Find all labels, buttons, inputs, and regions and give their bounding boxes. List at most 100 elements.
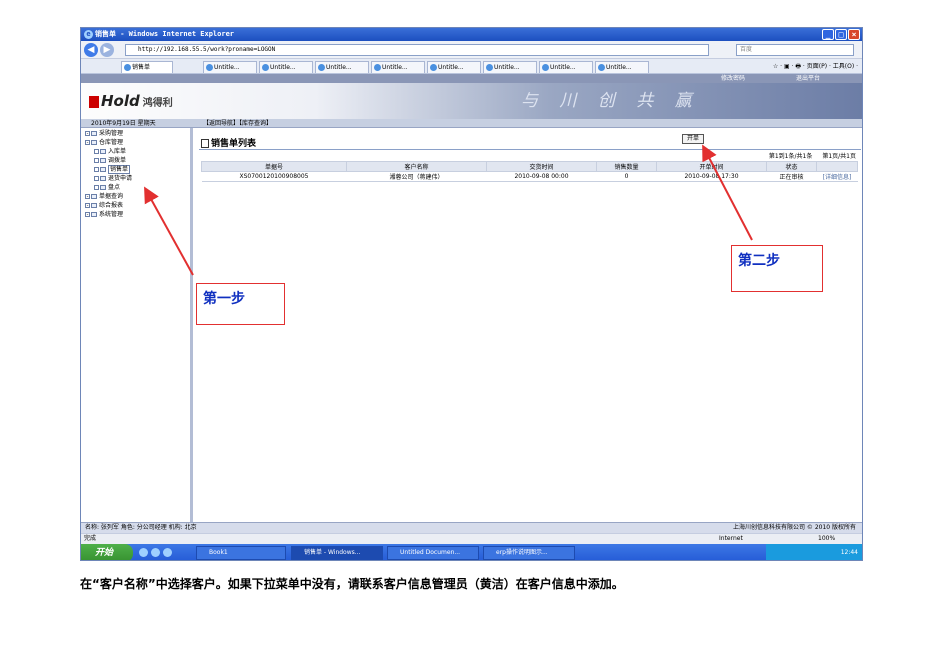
node-icon	[94, 158, 99, 163]
sidebar-item-reports[interactable]: - 综合报表	[85, 202, 123, 210]
nav-row: 2010年9月19日 星期天 【返回导航】【库存查询】	[81, 119, 862, 128]
instruction-caption: 在“客户名称”中选择客户。如果下拉菜单中没有，请联系客户信息管理员（黄洁）在客户…	[80, 577, 624, 591]
ie-icon	[486, 64, 493, 71]
node-icon	[94, 167, 99, 172]
tab-untitled[interactable]: Untitle...	[259, 61, 313, 73]
sales-order-table: 单据号 客户名称 交货时间 销售数量 开单时间 状态 XS07001201009…	[201, 161, 858, 182]
logo: Hold 鸿得利	[89, 92, 173, 110]
collapse-icon: -	[85, 212, 90, 218]
page-icon	[100, 176, 106, 181]
sidebar-item-purchase[interactable]: - 采购管理	[85, 130, 123, 138]
browser-status-bar: 完成 Internet 100%	[81, 533, 862, 544]
ie-icon	[262, 64, 269, 71]
window-title: 销售单 - Windows Internet Explorer	[95, 30, 235, 38]
search-input[interactable]: 百度	[736, 44, 854, 56]
tab-untitled[interactable]: Untitle...	[483, 61, 537, 73]
tab-untitled[interactable]: Untitle...	[539, 61, 593, 73]
cell-quantity: 0	[596, 171, 657, 182]
page-title: 销售单列表	[201, 136, 256, 149]
tab-untitled[interactable]: Untitle...	[371, 61, 425, 73]
clock: 12:44	[840, 549, 858, 556]
minimize-button[interactable]: _	[822, 29, 834, 40]
ie-icon	[206, 64, 213, 71]
sidebar-item-transfer[interactable]: 调拨单	[94, 157, 126, 165]
col-order-no[interactable]: 单据号	[201, 161, 347, 172]
tab-sales-order[interactable]: 销售单	[121, 61, 173, 73]
sidebar-item-inbound[interactable]: 入库单	[94, 148, 126, 156]
start-button[interactable]: 开始	[81, 544, 133, 560]
ie-icon	[430, 64, 437, 71]
new-order-button[interactable]: 开单	[682, 134, 704, 144]
user-info: 名称: 张列军 角色: 分公司经理 机构: 北京	[85, 524, 197, 531]
logout-link[interactable]: 退出平台	[796, 74, 820, 83]
ie-icon	[124, 64, 131, 71]
collapse-icon: -	[85, 194, 90, 200]
cell-order-no: XS0700120100908005	[201, 171, 347, 182]
tab-untitled[interactable]: Untitle...	[427, 61, 481, 73]
ie-icon	[542, 64, 549, 71]
folder-icon	[91, 203, 97, 208]
taskbar-item-sales-order[interactable]: 销售单 - Windows...	[291, 546, 383, 560]
tab-untitled[interactable]: Untitle...	[315, 61, 369, 73]
main-content: 销售单列表 开单 第1到1条/共1条 第1页/共1页 单据号 客户名称 交货时间 …	[196, 128, 862, 522]
tab-untitled[interactable]: Untitle...	[595, 61, 649, 73]
quicklaunch-icon[interactable]	[139, 548, 148, 557]
security-zone: Internet	[719, 535, 743, 542]
sidebar-item-sales-order[interactable]: 销售单	[94, 165, 131, 174]
sidebar: - 采购管理 - 仓库管理 入库单 调拨单 销售单 退货申请 盘点 - 单据查询 -综…	[81, 128, 193, 522]
taskbar: 开始 Book1 销售单 - Windows... Untitled Docum…	[81, 544, 862, 560]
col-customer[interactable]: 客户名称	[346, 161, 487, 172]
zoom-level[interactable]: 100%	[818, 534, 835, 544]
maximize-button[interactable]: □	[835, 29, 847, 40]
quicklaunch-icon[interactable]	[163, 548, 172, 557]
record-count: 第1到1条/共1条	[768, 153, 813, 160]
sidebar-item-query[interactable]: - 单据查询	[85, 193, 123, 201]
sidebar-item-stocktake[interactable]: 盘点	[94, 184, 120, 192]
cell-status: 正在审核	[766, 171, 817, 182]
pager: 第1到1条/共1条 第1页/共1页	[759, 151, 856, 160]
folder-icon	[91, 194, 97, 199]
page-icon	[100, 185, 106, 190]
divider	[199, 149, 861, 150]
taskbar-item-book1[interactable]: Book1	[196, 546, 286, 560]
quicklaunch-icon[interactable]	[151, 548, 160, 557]
step1-label: 第一步	[196, 283, 285, 325]
change-password-link[interactable]: 修改密码	[721, 74, 745, 83]
col-created-time[interactable]: 开单时间	[656, 161, 767, 172]
step2-label: 第二步	[731, 245, 823, 292]
col-status[interactable]: 状态	[766, 161, 817, 172]
back-icon[interactable]: ◀	[84, 43, 98, 57]
address-input[interactable]: http://192.168.55.5/work?proname=LOGON	[125, 44, 709, 56]
close-button[interactable]: ×	[848, 29, 860, 40]
node-icon	[94, 149, 99, 154]
table-row[interactable]: XS0700120100908005 湘蓉公司（蒋建伟） 2010-09-08 …	[201, 171, 858, 182]
command-bar[interactable]: ☆ · ▣ · 🖶 · 页面(P) · 工具(O) ·	[773, 61, 858, 72]
sidebar-item-return[interactable]: 退货申请	[94, 175, 132, 183]
ie-icon: e	[84, 30, 93, 39]
site-banner: 修改密码 退出平台 Hold 鸿得利 与 川 创 共 赢	[81, 74, 862, 119]
slogan: 与 川 创 共 赢	[521, 91, 700, 111]
taskbar-item-untitled[interactable]: Untitled Documen...	[387, 546, 479, 560]
nav-links[interactable]: 【返回导航】【库存查询】	[203, 119, 272, 128]
ie-icon	[318, 64, 325, 71]
address-toolbar: ◀ ▶ http://192.168.55.5/work?proname=LOG…	[81, 41, 862, 59]
ie-icon	[374, 64, 381, 71]
title-bar: e 销售单 - Windows Internet Explorer _ □ ×	[81, 28, 862, 41]
node-icon	[94, 185, 99, 190]
collapse-icon: -	[85, 131, 90, 137]
forward-icon[interactable]: ▶	[100, 43, 114, 57]
system-tray: 12:44	[766, 544, 862, 560]
table-header: 单据号 客户名称 交货时间 销售数量 开单时间 状态	[201, 161, 858, 172]
page-icon	[100, 158, 106, 163]
sidebar-item-system[interactable]: - 系统管理	[85, 211, 123, 219]
details-link[interactable]: [详细信息]	[816, 171, 858, 182]
current-date: 2010年9月19日 星期天	[91, 120, 156, 127]
sidebar-item-warehouse[interactable]: - 仓库管理	[85, 139, 123, 147]
col-delivery-time[interactable]: 交货时间	[486, 161, 597, 172]
cell-delivery-time: 2010-09-08 00:00	[486, 171, 597, 182]
tab-untitled[interactable]: Untitle...	[203, 61, 257, 73]
col-quantity[interactable]: 销售数量	[596, 161, 657, 172]
page-icon	[100, 167, 106, 172]
node-icon	[94, 176, 99, 181]
taskbar-item-erp-doc[interactable]: erp操作说明图示...	[483, 546, 575, 560]
